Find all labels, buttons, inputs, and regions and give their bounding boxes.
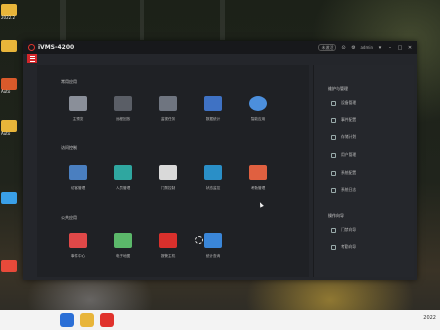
hamburger-icon [29, 55, 35, 62]
tile-status-monitor[interactable]: 状态监控 [195, 165, 231, 201]
system-tray-clock: 2022 [423, 315, 436, 321]
query-icon [204, 233, 222, 248]
sidebar-item-user-management[interactable]: 用户管理 [331, 151, 356, 159]
hikvision-logo-icon [28, 44, 35, 51]
door-control-icon [159, 165, 177, 180]
sidebar-item-storage-schedule[interactable]: 存储计划 [331, 133, 356, 141]
desktop-icon[interactable]: Auto [1, 78, 19, 94]
control-panel: 常用应用 主预览 远程回放 监视任务 数据统计 智能应用 访问控制 访客管理 人… [37, 65, 309, 277]
smart-camera-icon [249, 96, 267, 111]
start-icon[interactable] [60, 313, 74, 327]
sidebar-title-maintenance: 维护与管理 [328, 86, 348, 91]
lock-icon[interactable]: ⊙ [340, 45, 346, 51]
section-title-access: 访问控制 [61, 145, 77, 150]
activation-status-badge[interactable]: 未激活 [318, 44, 337, 51]
ivms-window: iVMS-4200 未激活 ⊙ ⚙ admin ▾ – □ ✕ 常用应用 主预览… [23, 41, 417, 280]
event-center-icon [69, 233, 87, 248]
device-icon [331, 100, 336, 106]
title-bar: iVMS-4200 未激活 ⊙ ⚙ admin ▾ – □ ✕ [23, 41, 417, 54]
tile-door-control[interactable]: 门禁控制 [150, 165, 186, 201]
user-icon [331, 152, 336, 158]
sidebar-item-system-config[interactable]: 系统配置 [331, 169, 356, 177]
tile-alarm-host[interactable]: 报警主机 [150, 233, 186, 269]
desktop-icon[interactable]: Auto [1, 120, 19, 136]
storage-icon [331, 134, 336, 140]
tile-event-center[interactable]: 事件中心 [60, 233, 96, 269]
maximize-icon[interactable]: □ [397, 45, 403, 51]
tile-data-statistics[interactable]: 数据统计 [195, 96, 231, 132]
desktop-icon[interactable] [1, 192, 19, 204]
attendance-guide-icon [331, 244, 336, 250]
statistics-icon [204, 96, 222, 111]
menu-button[interactable] [27, 54, 37, 63]
taskbar: 2022 [0, 310, 440, 330]
tile-monitoring-task[interactable]: 监视任务 [150, 96, 186, 132]
tile-people-management[interactable]: 人员管理 [105, 165, 141, 201]
tile-main-view[interactable]: 主预览 [60, 96, 96, 132]
desktop-icon[interactable] [1, 40, 19, 52]
folder-icon [1, 40, 17, 52]
playback-icon [114, 96, 132, 111]
user-name[interactable]: admin [360, 45, 373, 50]
minimize-icon[interactable]: – [387, 45, 393, 51]
sidebar-item-device-management[interactable]: 设备管理 [331, 99, 356, 107]
tile-smart-application[interactable]: 智能应用 [240, 96, 276, 132]
camera-icon [69, 96, 87, 111]
sidebar-item-system-log[interactable]: 系统日志 [331, 186, 356, 194]
sidebar-item-door-guide[interactable]: 门禁向导 [331, 226, 356, 234]
tile-e-map[interactable]: 电子地图 [105, 233, 141, 269]
system-config-icon [331, 170, 336, 176]
monitor-icon [159, 96, 177, 111]
ivms-taskbar-icon[interactable] [100, 313, 114, 327]
chevron-down-icon[interactable]: ▾ [377, 45, 383, 51]
wallpaper-stripe [60, 0, 66, 40]
settings-icon[interactable]: ⚙ [350, 45, 356, 51]
alarm-host-icon [159, 233, 177, 248]
sidebar-item-attendance-guide[interactable]: 考勤向导 [331, 243, 356, 251]
status-monitor-icon [204, 165, 222, 180]
app-title: iVMS-4200 [38, 44, 75, 51]
app-shortcut-icon [1, 260, 17, 272]
log-icon [331, 187, 336, 193]
visitor-icon [69, 165, 87, 180]
app-shortcut-icon [1, 192, 17, 204]
sidebar: 维护与管理 设备管理 事件配置 存储计划 用户管理 系统配置 系统日志 操作向导 [313, 65, 414, 277]
section-title-general: 常用应用 [61, 79, 77, 84]
desktop-icon[interactable] [1, 260, 19, 272]
map-icon [114, 233, 132, 248]
desktop-icon[interactable]: 2022.2 [1, 4, 19, 20]
event-config-icon [331, 117, 336, 123]
tile-remote-playback[interactable]: 远程回放 [105, 96, 141, 132]
tile-visitor-management[interactable]: 访客管理 [60, 165, 96, 201]
close-icon[interactable]: ✕ [407, 45, 413, 51]
people-icon [114, 165, 132, 180]
door-guide-icon [331, 227, 336, 233]
loading-spinner-icon [195, 236, 203, 244]
file-explorer-icon[interactable] [80, 313, 94, 327]
titlebar-controls: 未激活 ⊙ ⚙ admin ▾ – □ ✕ [318, 44, 413, 51]
sidebar-title-guide: 操作向导 [328, 213, 344, 218]
attendance-icon [249, 165, 267, 180]
wallpaper-stripe [140, 0, 144, 40]
wallpaper-stripe [220, 0, 225, 40]
tile-attendance[interactable]: 考勤管理 [240, 165, 276, 201]
section-title-public: 公共应用 [61, 215, 77, 220]
sidebar-item-event-config[interactable]: 事件配置 [331, 116, 356, 124]
